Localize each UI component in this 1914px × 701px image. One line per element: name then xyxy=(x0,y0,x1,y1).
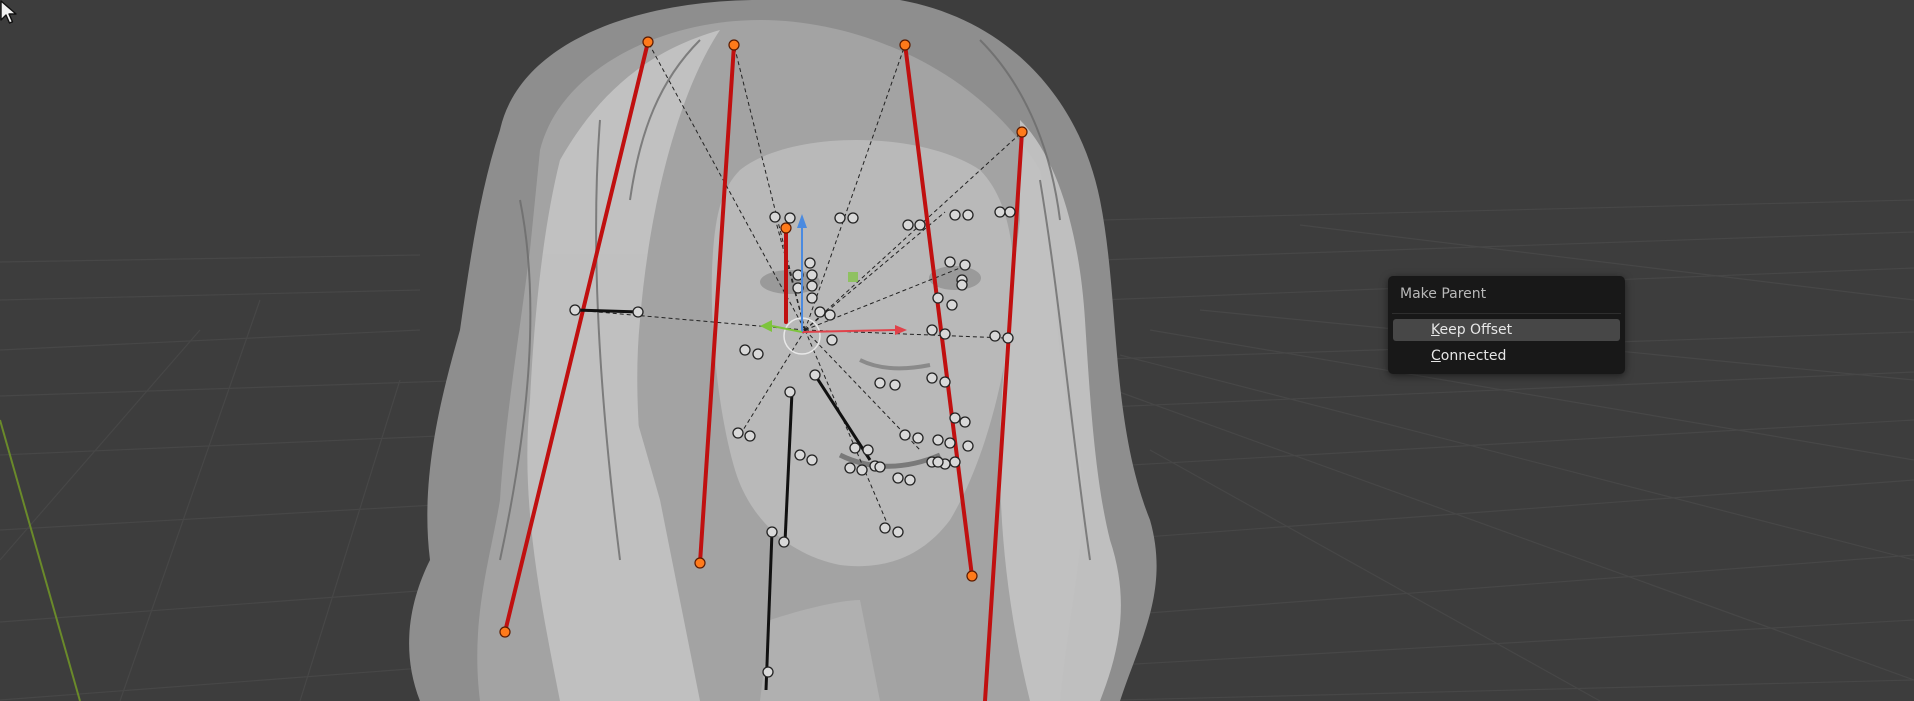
menu-item-connected[interactable]: Connected xyxy=(1393,345,1620,367)
mouse-pointer-icon xyxy=(0,0,17,24)
menu-title: Make Parent xyxy=(1400,286,1487,302)
3d-viewport[interactable]: Make Parent Keep Offset Connected xyxy=(0,0,1914,701)
menu-separator xyxy=(1392,313,1621,314)
make-parent-menu[interactable]: Make Parent Keep Offset Connected xyxy=(1388,276,1625,374)
viewport-canvas[interactable] xyxy=(0,0,1914,701)
y-axis-line xyxy=(0,419,81,701)
menu-item-keep-offset[interactable]: Keep Offset xyxy=(1393,319,1620,341)
